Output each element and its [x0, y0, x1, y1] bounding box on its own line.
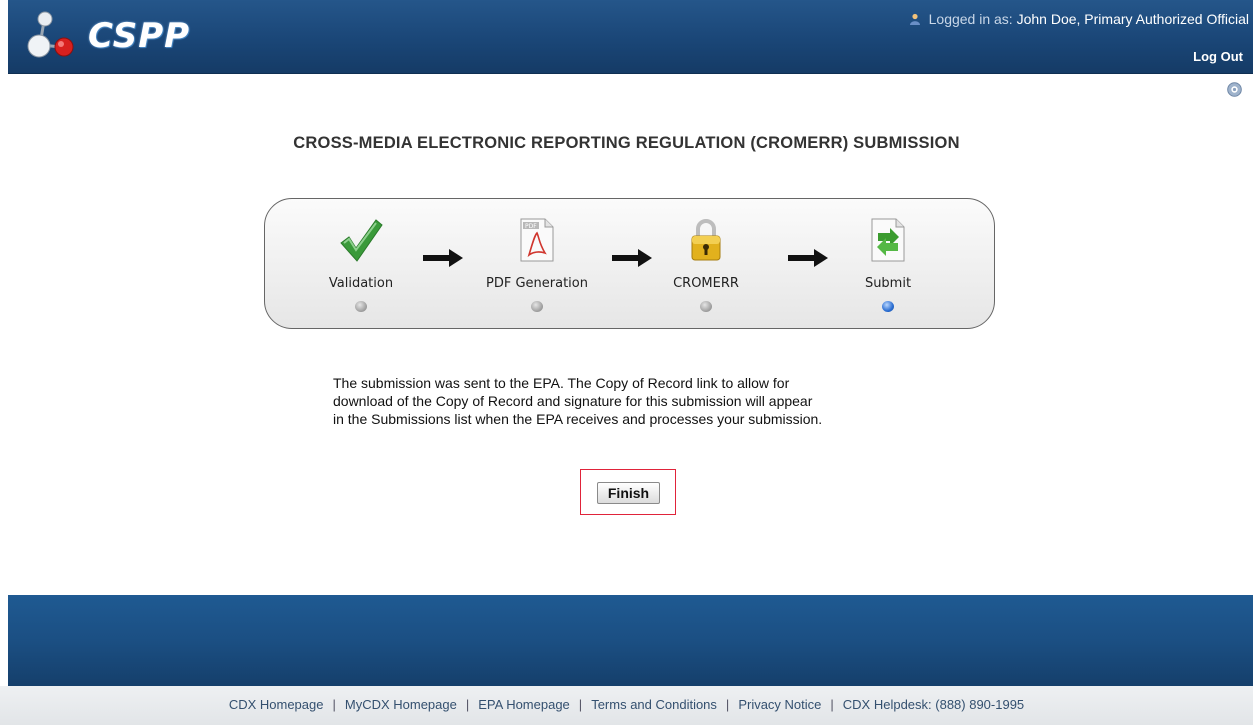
- step-label: CROMERR: [673, 276, 739, 291]
- finish-button[interactable]: Finish: [597, 482, 660, 504]
- cdx-helpdesk-link[interactable]: CDX Helpdesk: (888) 890-1995: [843, 697, 1024, 712]
- arrow-right-icon: [423, 249, 463, 267]
- user-name: John Doe, Primary Authorized Official: [1016, 11, 1249, 27]
- step-label: Validation: [328, 276, 394, 291]
- step-indicator-active: [882, 301, 894, 312]
- epa-homepage-link[interactable]: EPA Homepage: [478, 697, 570, 712]
- cspp-logo[interactable]: CSPP: [24, 7, 199, 63]
- step-indicator: [700, 301, 712, 312]
- privacy-notice-link[interactable]: Privacy Notice: [738, 697, 821, 712]
- pdf-document-icon: PDF: [520, 218, 554, 262]
- footer-separator: |: [578, 697, 583, 712]
- step-cromerr: CROMERR: [636, 199, 776, 330]
- submission-progress-tracker: Validation PDF PDF Generation CROMERR Su…: [264, 198, 995, 329]
- submission-message: The submission was sent to the EPA. The …: [333, 374, 953, 428]
- step-validation: Validation: [291, 199, 431, 330]
- step-pdf-generation: PDF PDF Generation: [467, 199, 607, 330]
- logout-link[interactable]: Log Out: [1193, 49, 1243, 64]
- footer-separator: |: [830, 697, 834, 712]
- login-info: Logged in as: John Doe, Primary Authoriz…: [909, 11, 1249, 27]
- page-title: CROSS-MEDIA ELECTRONIC REPORTING REGULAT…: [293, 134, 960, 152]
- submit-document-icon: [871, 218, 905, 262]
- footer-links: CDX Homepage | MyCDX Homepage | EPA Homepage…: [0, 686, 1253, 725]
- molecule-logo-icon: [27, 11, 74, 58]
- footer-separator: |: [725, 697, 730, 712]
- mycdx-homepage-link[interactable]: MyCDX Homepage: [345, 697, 457, 712]
- checkmark-icon: [340, 219, 383, 262]
- help-icon[interactable]: [1227, 82, 1242, 97]
- step-label: Submit: [864, 276, 912, 291]
- footer-separator: |: [332, 697, 336, 712]
- step-label: PDF Generation: [486, 276, 588, 291]
- step-indicator: [355, 301, 367, 312]
- user-icon: [909, 13, 920, 25]
- step-indicator: [531, 301, 543, 312]
- padlock-icon: [691, 219, 721, 261]
- svg-text:PDF: PDF: [525, 223, 537, 230]
- login-prefix: Logged in as:: [928, 11, 1013, 27]
- terms-and-conditions-link[interactable]: Terms and Conditions: [591, 697, 717, 712]
- cdx-homepage-link[interactable]: CDX Homepage: [229, 697, 324, 712]
- logo-text: CSPP: [88, 16, 191, 56]
- footer-banner: [8, 595, 1253, 686]
- message-line: download of the Copy of Record and signa…: [333, 393, 813, 409]
- message-line: The submission was sent to the EPA. The …: [333, 375, 790, 391]
- step-submit: Submit: [818, 199, 958, 330]
- footer-separator: |: [465, 697, 470, 712]
- app-header: CSPP Logged in as: John Doe, Primary Aut…: [8, 0, 1253, 74]
- message-line: in the Submissions list when the EPA rec…: [333, 411, 823, 427]
